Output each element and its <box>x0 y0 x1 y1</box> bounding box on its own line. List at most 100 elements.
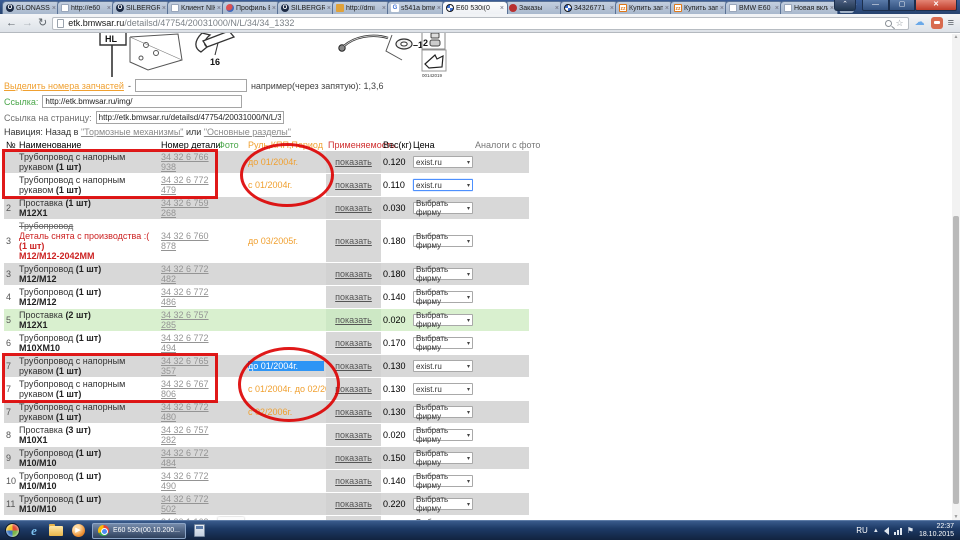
price-vendor-select[interactable]: exist.ru ▾ <box>413 383 473 395</box>
maximize-button[interactable]: ▢ <box>889 0 915 11</box>
show-applicability-link[interactable]: показать <box>335 236 372 246</box>
ie-taskbar-icon[interactable]: e <box>26 523 42 539</box>
part-number-link[interactable]: 34 32 6 772 486 <box>161 287 209 307</box>
part-number-link[interactable]: 34 32 6 757 282 <box>161 425 209 445</box>
scroll-up-icon[interactable]: ▲ <box>953 34 959 40</box>
tab-close-icon[interactable]: × <box>720 5 724 12</box>
browser-tab-11[interactable]: 34326771 × <box>560 1 618 14</box>
tab-close-icon[interactable]: × <box>382 5 386 12</box>
show-applicability-link[interactable]: показать <box>335 453 372 463</box>
price-vendor-select[interactable]: Выбрать фирму ▾ <box>413 265 473 283</box>
page-link-input[interactable] <box>95 111 284 124</box>
tab-close-icon[interactable]: × <box>555 5 559 12</box>
browser-tab-9[interactable]: E60 530i(0 × <box>442 1 508 14</box>
network-icon[interactable] <box>893 527 902 535</box>
action-center-flag-icon[interactable]: ⚑ <box>907 526 914 535</box>
link-input[interactable] <box>42 95 243 108</box>
part-number-link[interactable]: 34 32 6 765 357 <box>161 356 209 376</box>
search-icon[interactable] <box>884 19 892 27</box>
browser-menu-icon[interactable]: ≡ <box>948 17 954 29</box>
show-applicability-link[interactable]: показать <box>335 499 372 509</box>
tab-close-icon[interactable]: × <box>500 5 504 12</box>
tab-close-icon[interactable]: × <box>665 5 669 12</box>
price-vendor-select[interactable]: Выбрать фирму ▾ <box>413 288 473 306</box>
show-applicability-link[interactable]: показать <box>335 203 372 213</box>
part-number-link[interactable]: 34 32 6 759 268 <box>161 198 209 218</box>
part-number-link[interactable]: 34 32 6 760 878 <box>161 231 209 251</box>
show-applicability-link[interactable]: показать <box>335 407 372 417</box>
show-applicability-link[interactable]: показать <box>335 361 372 371</box>
tab-close-icon[interactable]: × <box>107 5 111 12</box>
browser-tab-15[interactable]: Новая вкла × <box>780 1 838 14</box>
browser-tab-14[interactable]: BMW E60 × <box>725 1 783 14</box>
highlight-parts-link[interactable]: Выделить номера запчастей <box>4 81 124 91</box>
price-vendor-select[interactable]: Выбрать фирму ▾ <box>413 232 473 250</box>
back-icon[interactable]: ← <box>6 17 17 29</box>
part-number-link[interactable]: 34 32 6 772 502 <box>161 494 209 514</box>
tab-close-icon[interactable]: × <box>775 5 779 12</box>
browser-tab-6[interactable]: OSILBERGRA× <box>277 1 335 14</box>
browser-tab-1[interactable]: O GLONASS × <box>2 1 60 14</box>
show-applicability-link[interactable]: показать <box>335 269 372 279</box>
price-vendor-select[interactable]: Выбрать фирму ▾ <box>413 426 473 444</box>
tab-close-icon[interactable]: × <box>217 5 221 12</box>
cloud-extension-icon[interactable]: ☁ <box>914 17 926 29</box>
nav-link-brakes[interactable]: "Тормозные механизмы" <box>81 127 184 137</box>
part-number-link[interactable]: 34 32 6 772 490 <box>161 471 209 491</box>
price-vendor-select[interactable]: Выбрать фирму ▾ <box>413 403 473 421</box>
price-vendor-select[interactable]: exist.ru ▾ <box>413 360 473 372</box>
price-vendor-select[interactable]: exist.ru ▾ <box>413 156 473 168</box>
show-applicability-link[interactable]: показать <box>335 430 372 440</box>
minimize-button[interactable]: — <box>862 0 889 11</box>
highlight-parts-input[interactable] <box>134 79 247 92</box>
part-number-link[interactable]: 34 32 6 772 494 <box>161 333 209 353</box>
part-number-link[interactable]: 34 32 6 772 482 <box>161 264 209 284</box>
price-vendor-select[interactable]: Выбрать фирму ▾ <box>413 449 473 467</box>
titlebar-extra-button[interactable]: ⌃ <box>834 0 856 11</box>
part-number-link[interactable]: 34 32 6 772 484 <box>161 448 209 468</box>
price-vendor-select[interactable]: Выбрать фирму ▾ <box>413 199 473 217</box>
price-vendor-select[interactable]: Выбрать фирму ▾ <box>413 311 473 329</box>
reload-icon[interactable]: ↻ <box>38 17 47 29</box>
tab-close-icon[interactable]: × <box>610 5 614 12</box>
browser-tab-12[interactable]: zz Купить зап × <box>615 1 673 14</box>
browser-tab-10[interactable]: Заказы × <box>505 1 563 14</box>
price-vendor-select[interactable]: exist.ru ▾ <box>413 179 473 191</box>
page-scrollbar[interactable]: ▲ ▼ <box>952 34 960 520</box>
browser-tab-8[interactable]: Gs541a bmw × <box>387 1 445 14</box>
show-applicability-link[interactable]: показать <box>335 338 372 348</box>
close-button[interactable]: ✕ <box>915 0 957 11</box>
show-applicability-link[interactable]: показать <box>335 315 372 325</box>
show-applicability-link[interactable]: показать <box>335 384 372 394</box>
clock[interactable]: 22:37 18.10.2015 <box>919 523 956 539</box>
volume-icon[interactable] <box>883 526 889 535</box>
tray-expand-icon[interactable]: ▲ <box>873 528 879 534</box>
chat-extension-icon[interactable] <box>930 17 943 29</box>
calculator-taskbar-icon[interactable] <box>192 523 208 539</box>
tab-close-icon[interactable]: × <box>52 5 56 12</box>
price-vendor-select[interactable]: Выбрать фирму ▾ <box>413 472 473 490</box>
tab-close-icon[interactable]: × <box>327 5 331 12</box>
part-number-link[interactable]: 34 32 6 767 806 <box>161 379 209 399</box>
part-number-link[interactable]: 34 32 6 757 285 <box>161 310 209 330</box>
browser-tab-7[interactable]: http://dmi × <box>332 1 390 14</box>
part-number-link[interactable]: 34 32 6 772 480 <box>161 402 209 422</box>
browser-tab-13[interactable]: zz Купить зап × <box>670 1 728 14</box>
browser-tab-4[interactable]: Клиент NIK × <box>167 1 225 14</box>
explorer-taskbar-icon[interactable] <box>48 523 64 539</box>
forward-icon[interactable]: → <box>22 17 33 29</box>
media-player-taskbar-icon[interactable]: ▶ <box>70 523 86 539</box>
show-applicability-link[interactable]: показать <box>335 476 372 486</box>
browser-tab-3[interactable]: OSILBERGRA× <box>112 1 170 14</box>
address-bar[interactable]: etk.bmwsar.ru/detailsd/47754/20031000/N/… <box>52 16 909 30</box>
bookmark-star-icon[interactable]: ☆ <box>896 18 904 29</box>
scrollbar-thumb[interactable] <box>953 216 959 504</box>
nav-link-main-sections[interactable]: "Основные разделы" <box>204 127 291 137</box>
browser-tab-5[interactable]: Профиль В × <box>222 1 280 14</box>
start-button[interactable] <box>4 523 20 539</box>
tab-close-icon[interactable]: × <box>162 5 166 12</box>
price-vendor-select[interactable]: Выбрать фирму ▾ <box>413 495 473 513</box>
language-indicator[interactable]: RU <box>856 526 868 535</box>
tab-close-icon[interactable]: × <box>437 5 441 12</box>
price-vendor-select[interactable]: Выбрать фирму ▾ <box>413 334 473 352</box>
